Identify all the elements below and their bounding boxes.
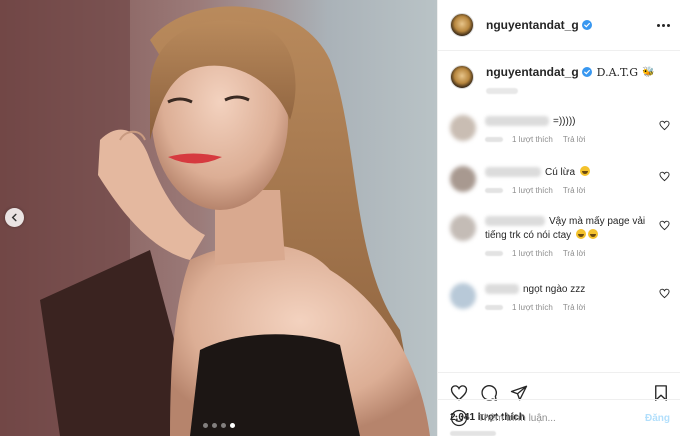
reply-button[interactable]: Trả lời [563,186,586,195]
commenter-avatar-redacted [450,215,476,241]
commenter-avatar-redacted [450,283,476,309]
reply-button[interactable]: Trả lời [563,303,586,312]
post-side-panel: nguyentandat_g nguyentandat_g D.A.T.G 🐝 … [437,0,680,436]
commenter-avatar-redacted [450,166,476,192]
author-avatar[interactable] [450,13,474,37]
comment-likes[interactable]: 1 lượt thích [512,303,553,312]
carousel-dot-active [229,423,235,428]
comment-item: Vậy mà mấy page vải tiếng trk có nói cta… [450,215,670,258]
comment-composer: Đăng [438,399,680,436]
comments-section: nguyentandat_g D.A.T.G 🐝 =))))) 1 lượt t… [438,51,680,372]
comment-item: Cú lừa 1 lượt thích Trả lời [450,166,670,195]
like-comment-heart-icon[interactable] [659,171,670,182]
caption-avatar[interactable] [450,65,474,89]
reply-button[interactable]: Trả lời [563,249,586,258]
laughing-emoji-icon [575,229,586,239]
comment-time-redacted [485,137,503,142]
reply-button[interactable]: Trả lời [563,135,586,144]
comment-time-redacted [485,305,503,310]
comment-time-redacted [485,188,503,193]
comment-likes[interactable]: 1 lượt thích [512,249,553,258]
like-comment-heart-icon[interactable] [659,120,670,131]
like-comment-heart-icon[interactable] [659,220,670,231]
more-options-button[interactable] [657,23,670,27]
chevron-left-icon [11,213,17,222]
like-comment-heart-icon[interactable] [659,288,670,299]
caption-text: D.A.T.G [596,65,639,79]
comment-item: =))))) 1 lượt thích Trả lời [450,115,670,144]
post-caption: nguyentandat_g D.A.T.G 🐝 [450,65,670,94]
laughing-emoji-icon [587,229,598,239]
instagram-post: nguyentandat_g nguyentandat_g D.A.T.G 🐝 … [0,0,680,436]
post-photo[interactable] [0,0,437,436]
comment-time-redacted [485,251,503,256]
post-comment-button[interactable]: Đăng [645,413,670,424]
caption-timestamp-redacted [486,88,518,94]
verified-icon [581,20,592,30]
author-username[interactable]: nguyentandat_g [486,18,579,32]
comment-likes[interactable]: 1 lượt thích [512,186,553,195]
comment-text: ngọt ngào zzz [523,284,586,295]
carousel-indicator [0,423,437,428]
commenter-avatar-redacted [450,115,476,141]
emoji-icon[interactable] [450,409,468,427]
carousel-dot [202,423,208,428]
comment-text: Cú lừa [545,167,576,178]
comment-input[interactable] [478,412,645,424]
comment-likes[interactable]: 1 lượt thích [512,135,553,144]
carousel-prev-button[interactable] [5,208,24,227]
carousel-dot [211,423,217,428]
verified-icon [581,67,592,77]
post-header: nguyentandat_g [438,0,680,51]
comment-item: ngọt ngào zzz 1 lượt thích Trả lời [450,283,670,312]
commenter-name-redacted [485,116,549,127]
caption-username[interactable]: nguyentandat_g [486,65,579,79]
commenter-name-redacted [485,167,541,178]
more-icon [657,23,660,27]
bee-emoji-icon: 🐝 [642,66,655,78]
photo-image [0,0,437,436]
comment-text: =))))) [553,116,576,127]
commenter-name-redacted [485,216,545,227]
carousel-dot [220,423,226,428]
commenter-name-redacted [485,284,519,295]
laughing-emoji-icon [579,166,590,176]
